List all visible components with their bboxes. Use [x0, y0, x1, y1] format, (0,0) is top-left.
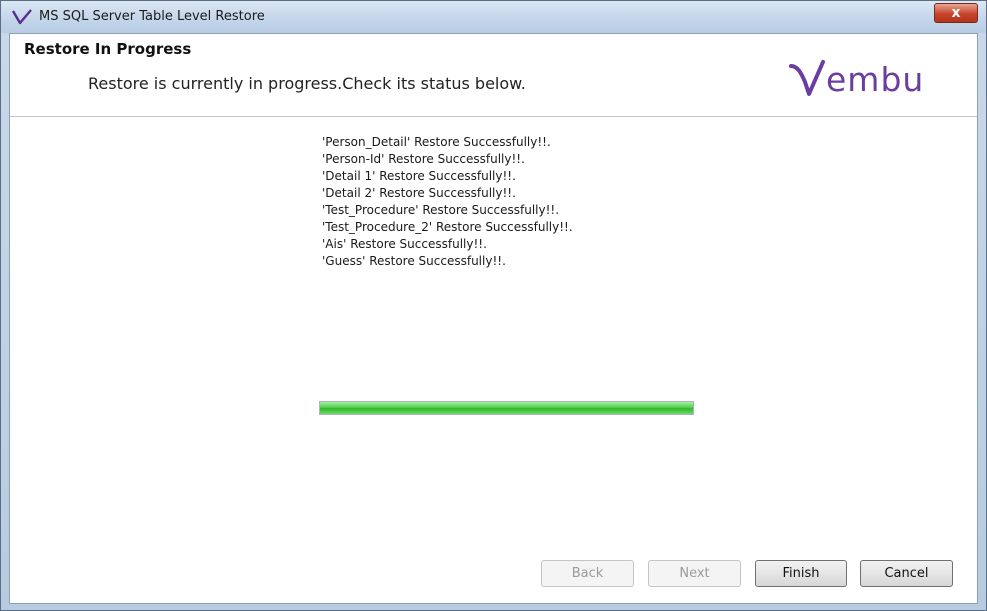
- log-line: 'Detail 2' Restore Successfully!!.: [322, 186, 516, 200]
- wizard-header: Restore In Progress Restore is currently…: [10, 34, 977, 117]
- cancel-button[interactable]: Cancel: [860, 560, 953, 587]
- log-line: 'Person_Detail' Restore Successfully!!.: [322, 135, 551, 149]
- log-line: 'Test_Procedure' Restore Successfully!!.: [322, 203, 560, 217]
- close-button[interactable]: x: [934, 3, 978, 23]
- log-line: 'Detail 1' Restore Successfully!!.: [322, 169, 516, 183]
- close-icon: x: [951, 5, 961, 21]
- finish-button[interactable]: Finish: [755, 560, 847, 587]
- log-line: 'Test_Procedure_2' Restore Successfully!…: [322, 220, 573, 234]
- title-bar[interactable]: MS SQL Server Table Level Restore x: [1, 1, 986, 33]
- wizard-client-area: Restore In Progress Restore is currently…: [9, 33, 978, 604]
- restore-progress-bar: [319, 401, 694, 415]
- progress-fill: [320, 402, 693, 414]
- vembu-v-logo-icon: [789, 60, 825, 96]
- restore-window: MS SQL Server Table Level Restore x Rest…: [0, 0, 987, 611]
- vembu-logo: embu: [789, 54, 969, 106]
- log-line: 'Guess' Restore Successfully!!.: [322, 254, 506, 268]
- log-line: 'Ais' Restore Successfully!!.: [322, 237, 487, 251]
- brand-text: embu: [826, 60, 925, 99]
- restore-status-log: 'Person_Detail' Restore Successfully!!. …: [322, 134, 722, 270]
- log-line: 'Person-Id' Restore Successfully!!.: [322, 152, 525, 166]
- back-button[interactable]: Back: [541, 560, 634, 587]
- next-button[interactable]: Next: [648, 560, 741, 587]
- vembu-v-icon: [11, 9, 32, 25]
- page-title: Restore In Progress: [24, 40, 192, 58]
- page-subtitle: Restore is currently in progress.Check i…: [88, 74, 526, 93]
- window-title: MS SQL Server Table Level Restore: [39, 9, 265, 24]
